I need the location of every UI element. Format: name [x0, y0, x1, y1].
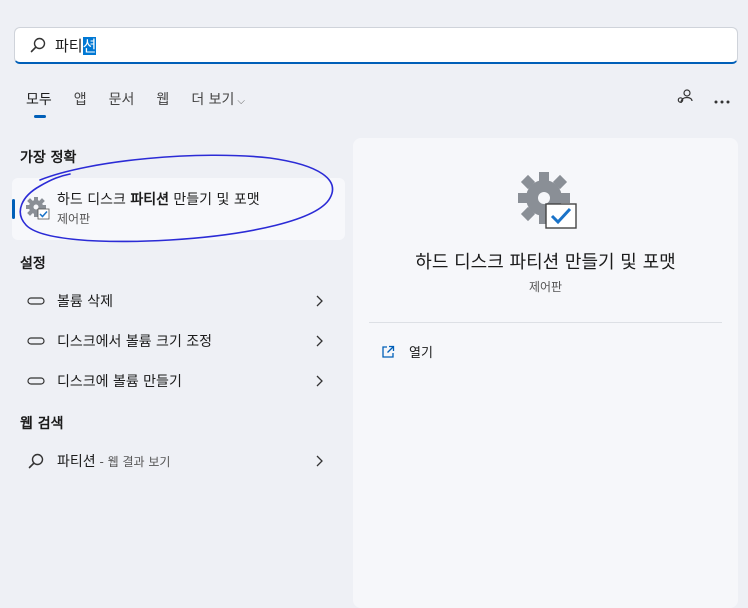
settings-item-label: 볼륨 삭제	[57, 294, 113, 310]
tab-documents[interactable]: 문서	[109, 88, 135, 118]
search-icon	[30, 37, 46, 53]
settings-item-create-volume[interactable]: 디스크에 볼륨 만들기	[12, 363, 345, 399]
open-action[interactable]: 열기	[381, 342, 433, 361]
search-selection: 션	[82, 36, 97, 55]
settings-item-delete-volume[interactable]: 볼륨 삭제	[12, 283, 345, 319]
detail-title: 하드 디스크 파티션 만들기 및 포맷	[415, 252, 676, 273]
chevron-right-icon	[316, 375, 323, 387]
settings-item-label: 디스크에서 볼륨 크기 조정	[57, 334, 213, 350]
detail-subtitle: 제어판	[528, 280, 563, 294]
tab-web[interactable]: 웹	[156, 88, 169, 118]
ellipsis-icon	[714, 100, 730, 103]
detail-pane: 하드 디스크 파티션 만들기 및 포맷 제어판 열기	[353, 138, 738, 608]
search-box[interactable]: 파티션	[14, 27, 738, 64]
settings-item-resize-volume[interactable]: 디스크에서 볼륨 크기 조정	[12, 323, 345, 359]
open-external-icon	[382, 345, 395, 358]
section-settings: 설정	[20, 256, 46, 272]
settings-item-label: 디스크에 볼륨 만들기	[57, 374, 182, 390]
best-match-item[interactable]: 하드 디스크 파티션 만들기 및 포맷 제어판	[12, 178, 345, 240]
control-panel-gear-icon-large	[518, 172, 577, 229]
open-label: 열기	[409, 346, 433, 361]
control-panel-gear-icon	[26, 197, 50, 220]
tab-all[interactable]: 모두	[26, 88, 52, 118]
filter-tabs: 모두 앱 문서 웹 더 보기 ⌵	[26, 88, 267, 118]
search-icon	[28, 453, 44, 469]
drive-icon	[27, 337, 45, 345]
chevron-right-icon	[316, 335, 323, 347]
best-match-subtitle: 제어판	[57, 212, 91, 226]
section-best-match: 가장 정확	[20, 150, 77, 166]
web-search-label: 파티션 - 웹 결과 보기	[57, 454, 171, 470]
chevron-right-icon	[316, 295, 323, 307]
web-search-hint: - 웹 결과 보기	[95, 455, 171, 469]
top-right-actions	[656, 88, 730, 110]
detail-divider	[369, 322, 722, 323]
share-people-button[interactable]	[676, 88, 694, 110]
chevron-right-icon	[316, 455, 323, 467]
people-share-icon	[677, 89, 693, 104]
chevron-down-icon: ⌵	[237, 96, 245, 107]
selection-indicator	[12, 199, 15, 219]
web-search-item[interactable]: 파티션 - 웹 결과 보기	[12, 443, 345, 479]
tab-apps[interactable]: 앱	[74, 88, 87, 118]
search-input[interactable]: 파티션	[55, 35, 97, 56]
drive-icon	[27, 377, 45, 385]
section-web-search: 웹 검색	[20, 416, 64, 432]
tab-more[interactable]: 더 보기 ⌵	[191, 88, 245, 118]
drive-icon	[27, 297, 45, 305]
more-options-button[interactable]	[714, 90, 730, 109]
best-match-title: 하드 디스크 파티션 만들기 및 포맷	[57, 192, 260, 208]
